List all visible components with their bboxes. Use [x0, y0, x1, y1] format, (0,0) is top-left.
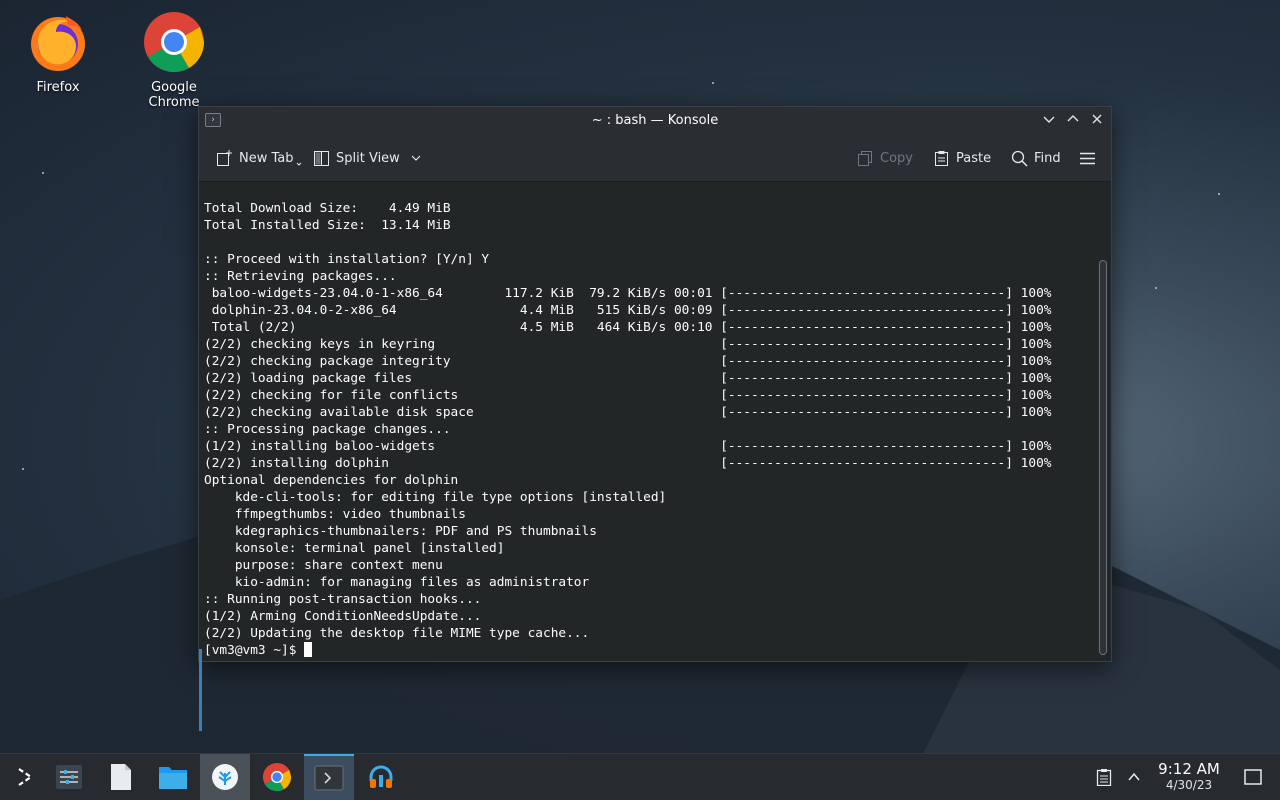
search-icon [1011, 150, 1028, 167]
chevron-down-icon [411, 155, 421, 161]
taskbar-konsole[interactable] [304, 754, 354, 800]
hamburger-menu-icon [1080, 152, 1095, 164]
terminal-icon [314, 765, 344, 791]
copy-icon [858, 150, 872, 166]
folder-icon [159, 767, 187, 789]
copy-label: Copy [880, 150, 913, 166]
headphones-icon [369, 765, 393, 788]
desktop-icon-google-chrome[interactable]: Google Chrome [124, 10, 224, 110]
terminal-line: dolphin-23.04.0-2-x86_64 4.4 MiB 515 KiB… [211, 303, 1052, 318]
title-bar[interactable]: › ~ : bash — Konsole [199, 107, 1111, 135]
taskbar-file-manager[interactable] [148, 754, 198, 800]
taskbar: 9:12 AM 4/30/23 [0, 753, 1280, 800]
chevron-down-icon [1043, 116, 1055, 123]
digital-clock[interactable]: 9:12 AM 4/30/23 [1148, 760, 1230, 792]
terminal-line: (2/2) checking for file conflicts [-----… [204, 388, 1052, 403]
scrollbar-thumb[interactable] [1099, 260, 1107, 655]
split-view-label: Split View [336, 150, 400, 166]
terminal-line: (2/2) installing dolphin [--------------… [204, 456, 1052, 471]
settings-sliders-icon [56, 765, 82, 789]
chevron-up-icon [1067, 115, 1079, 122]
terminal-line: (1/2) Arming ConditionNeedsUpdate... [204, 609, 482, 624]
show-desktop-button[interactable] [1230, 754, 1276, 800]
terminal-line: Total Download Size: 4.49 MiB [204, 201, 451, 216]
terminal-line: purpose: share context menu [234, 558, 443, 573]
terminal-line: :: Processing package changes... [204, 422, 451, 437]
clock-time: 9:12 AM [1158, 760, 1220, 778]
clipboard-icon [1096, 769, 1112, 786]
launcher-icon [18, 768, 33, 786]
terminal-line: baloo-widgets-23.04.0-1-x86_64 117.2 KiB… [211, 286, 1052, 301]
close-button[interactable] [1087, 111, 1107, 131]
paste-button[interactable]: Paste [933, 148, 991, 168]
discover-icon [212, 764, 238, 790]
copy-button[interactable]: Copy [857, 148, 913, 168]
terminal-line: :: Proceed with installation? [Y/n] Y [204, 252, 490, 267]
terminal-line: (2/2) Updating the desktop file MIME typ… [204, 626, 590, 641]
desktop-icon-firefox[interactable]: Firefox [8, 10, 108, 95]
find-button[interactable]: Find [1011, 148, 1061, 168]
terminal-line: (2/2) loading package files [-----------… [204, 371, 1052, 386]
text-cursor [304, 642, 313, 657]
maximize-button[interactable] [1063, 111, 1083, 131]
dropdown-indicator-icon [296, 162, 301, 166]
chrome-icon [142, 10, 206, 74]
terminal-scrollbar[interactable] [1097, 182, 1107, 655]
star [22, 468, 24, 470]
find-label: Find [1034, 150, 1061, 166]
split-view-button[interactable]: Split View [313, 148, 422, 168]
chevron-up-icon [1128, 772, 1140, 781]
split-view-icon [314, 150, 329, 166]
star [42, 172, 44, 174]
star [712, 82, 714, 84]
taskbar-app-launcher[interactable] [0, 754, 50, 800]
terminal-line: :: Running post-transaction hooks... [204, 592, 482, 607]
clock-date: 4/30/23 [1165, 778, 1213, 792]
terminal-line: (2/2) checking keys in keyring [--------… [204, 337, 1052, 352]
taskbar-google-chrome[interactable] [252, 754, 302, 800]
star [1155, 287, 1157, 289]
konsole-window[interactable]: › ~ : bash — Konsole New Tab Split View … [198, 106, 1112, 731]
paste-icon [935, 150, 948, 166]
new-tab-button[interactable]: New Tab [216, 148, 302, 168]
toolbar: New Tab Split View Copy Paste Find [199, 135, 1111, 182]
window-title: ~ : bash — Konsole [591, 113, 719, 128]
paste-label: Paste [956, 150, 992, 166]
terminal-output: Total Download Size: 4.49 MiB Total Inst… [199, 182, 1095, 659]
terminal-line: :: Retrieving packages... [204, 269, 397, 284]
taskbar-system-settings[interactable] [44, 754, 94, 800]
scroll-marker [199, 649, 202, 731]
taskbar-text-editor[interactable] [96, 754, 146, 800]
terminal-line: kde-cli-tools: for editing file type opt… [234, 490, 667, 505]
minimize-button[interactable] [1039, 111, 1059, 131]
hamburger-menu-button[interactable] [1079, 148, 1096, 168]
close-icon [1092, 114, 1102, 124]
taskbar-discover[interactable] [200, 754, 250, 800]
terminal-lines: Total Download Size: 4.49 MiB Total Inst… [204, 201, 1051, 641]
new-tab-label: New Tab [239, 150, 294, 166]
terminal-line: kdegraphics-thumbnailers: PDF and PS thu… [234, 524, 597, 539]
desktop-icon-label: Firefox [36, 80, 80, 95]
terminal-line: Optional dependencies for dolphin [204, 473, 459, 488]
new-tab-icon [217, 149, 232, 166]
terminal-line: (2/2) checking package integrity [------… [204, 354, 1052, 369]
star [1218, 193, 1220, 195]
show-desktop-icon [1244, 769, 1262, 785]
terminal-line: konsole: terminal panel [installed] [234, 541, 505, 556]
chrome-icon [262, 762, 292, 792]
document-icon [111, 764, 131, 790]
terminal-line: (1/2) installing baloo-widgets [--------… [204, 439, 1052, 454]
terminal-view[interactable]: Total Download Size: 4.49 MiB Total Inst… [199, 182, 1095, 731]
firefox-icon [26, 10, 90, 74]
terminal-line: Total Installed Size: 13.14 MiB [204, 218, 451, 233]
terminal-line: (2/2) checking available disk space [---… [204, 405, 1052, 420]
terminal-line: ffmpegthumbs: video thumbnails [234, 507, 466, 522]
terminal-line: kio-admin: for managing files as adminis… [234, 575, 590, 590]
shell-prompt: [vm3@vm3 ~]$ [204, 643, 305, 658]
terminal-line: Total (2/2) 4.5 MiB 464 KiB/s 00:10 [---… [211, 320, 1052, 335]
taskbar-audio-app[interactable] [356, 754, 406, 800]
